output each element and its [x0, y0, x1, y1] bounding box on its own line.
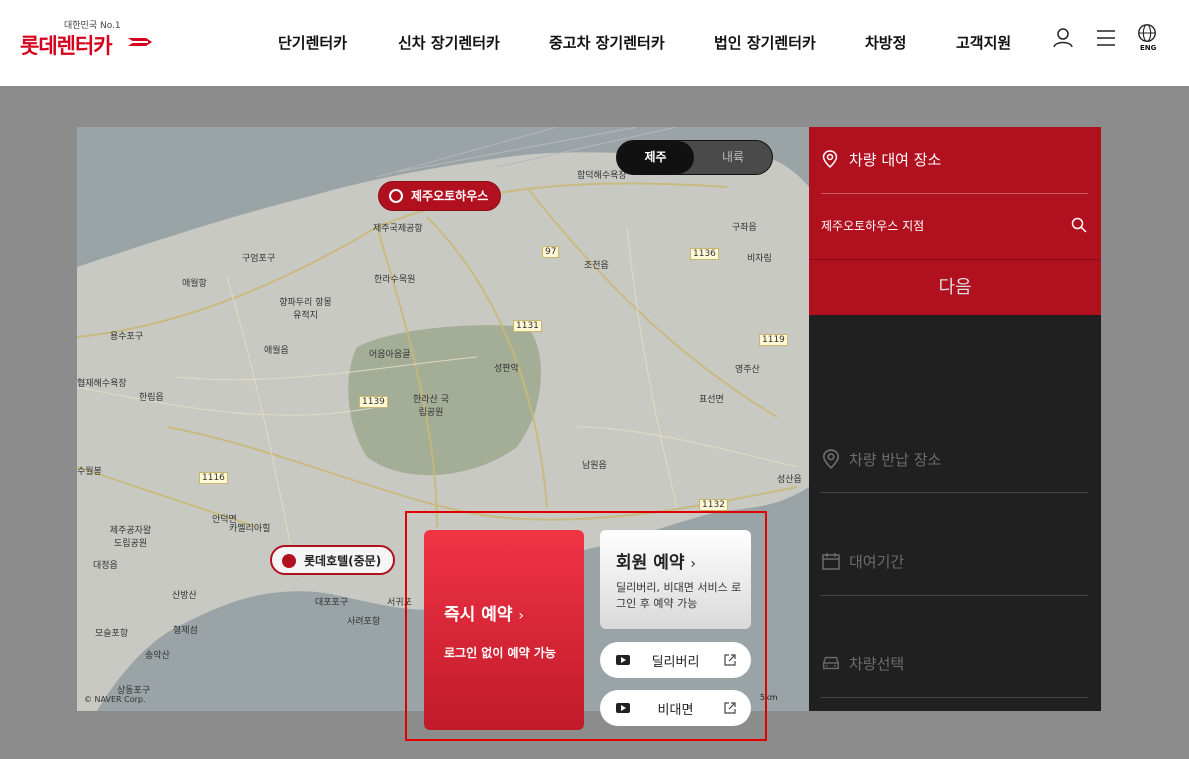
- contactless-video-button[interactable]: 비대면: [600, 690, 751, 726]
- logo-name: 롯데렌터카: [20, 34, 113, 58]
- map-label: 한라수목원: [374, 275, 416, 285]
- map-label: 형제섬: [173, 626, 198, 636]
- map-label: 영주산: [735, 365, 760, 375]
- map-label: 송악산: [145, 651, 170, 661]
- chevron-right-icon: ›: [518, 608, 525, 624]
- rental-period-row[interactable]: 대여기간: [821, 551, 904, 572]
- nav-used-long-term[interactable]: 중고차 장기렌터카: [549, 32, 665, 53]
- map-label: 조천읍: [584, 261, 609, 271]
- rental-period-label: 대여기간: [849, 553, 905, 571]
- external-link-icon: [724, 654, 736, 666]
- map-label: 구엄포구: [242, 254, 276, 264]
- calendar-icon: [822, 553, 840, 570]
- nav-corporate-long-term[interactable]: 법인 장기렌터카: [714, 32, 816, 53]
- divider: [821, 492, 1088, 493]
- logo-arrow-icon: [128, 38, 152, 46]
- pickup-title-text: 차량 대여 장소: [849, 151, 942, 169]
- toggle-mainland[interactable]: 내륙: [694, 141, 772, 174]
- map-label: 함덕해수욕장: [577, 171, 627, 181]
- map-label: 비자림: [747, 254, 772, 264]
- road-number: 1131: [513, 320, 542, 332]
- map-pin-jeju-autohouse[interactable]: 제주오토하우스: [378, 181, 502, 211]
- road-number: 1116: [199, 472, 228, 484]
- map-label: 사려포항: [347, 617, 381, 627]
- map-label: 향파두리 항몽유적지: [279, 298, 332, 321]
- car-location-icon: [282, 554, 296, 568]
- map-label: 수월봉: [77, 467, 102, 477]
- divider: [821, 595, 1088, 596]
- road-number: 1136: [690, 248, 719, 260]
- member-reservation-card[interactable]: 회원 예약 › 딜리버리, 비대면 서비스 로그인 후 예약 가능: [600, 530, 751, 629]
- pickup-location-field[interactable]: 제주오토하우스 지점: [821, 217, 924, 234]
- map-copyright: © NAVER Corp.: [84, 695, 146, 704]
- map-label: 대정읍: [93, 561, 118, 571]
- map-label: 제주국제공항: [373, 224, 423, 234]
- road-number: 1119: [759, 334, 788, 346]
- road-number: 97: [542, 246, 560, 258]
- member-reservation-subtitle: 딜리버리, 비대면 서비스 로그인 후 예약 가능: [616, 581, 742, 610]
- location-pin-icon: [822, 449, 840, 469]
- map-label: 어음아음골: [369, 350, 411, 360]
- language-label[interactable]: ENG: [1140, 44, 1156, 52]
- divider: [821, 193, 1088, 194]
- return-location-row[interactable]: 차량 반납 장소: [821, 449, 941, 470]
- map-label: 한라산 국립공원: [413, 395, 449, 418]
- map-label: 제주공자왈 도립공원: [109, 526, 152, 549]
- map-label: 남원읍: [582, 461, 607, 471]
- map-label: 한림읍: [139, 393, 164, 403]
- reservation-panel: 차량 대여 장소 제주오토하우스 지점 다음 차량 반납 장소 대여기간 차량선…: [809, 127, 1101, 711]
- instant-reservation-title: 즉시 예약 ›: [444, 605, 525, 625]
- map-label: 용수포구: [110, 332, 144, 342]
- pin-label: 롯데호텔(중문): [304, 554, 382, 568]
- delivery-video-button[interactable]: 딜리버리: [600, 642, 751, 678]
- return-location-label: 차량 반납 장소: [849, 451, 942, 469]
- member-reservation-title: 회원 예약 ›: [616, 553, 697, 573]
- car-select-label: 차량선택: [849, 655, 905, 673]
- search-icon[interactable]: [1071, 217, 1087, 233]
- map-label: 애월항: [182, 279, 207, 289]
- chevron-right-icon: ›: [690, 556, 697, 572]
- globe-icon[interactable]: [1136, 22, 1158, 44]
- map-label: 성판악: [494, 364, 519, 374]
- toggle-jeju[interactable]: 제주: [617, 141, 694, 174]
- nav-new-long-term[interactable]: 신차 장기렌터카: [398, 32, 500, 53]
- site-header: 대한민국 No.1 롯데렌터카 단기렌터카 신차 장기렌터카 중고차 장기렌터카…: [0, 0, 1189, 86]
- nav-customer-support[interactable]: 고객지원: [956, 32, 1011, 53]
- map-label: 카멜리아힐: [229, 524, 271, 534]
- divider: [821, 697, 1088, 698]
- menu-icon[interactable]: [1094, 26, 1118, 50]
- nav-short-term[interactable]: 단기렌터카: [278, 32, 347, 53]
- road-number: 1132: [699, 499, 728, 511]
- map-label: 모슬포항: [95, 629, 129, 639]
- car-icon: [823, 656, 839, 670]
- external-link-icon: [724, 702, 736, 714]
- nav-chabangjeong[interactable]: 차방정: [865, 32, 906, 53]
- car-location-icon: [389, 189, 403, 203]
- pickup-title: 차량 대여 장소: [821, 149, 941, 170]
- next-button[interactable]: 다음: [809, 259, 1101, 315]
- map-label: 협재해수욕장: [77, 379, 127, 389]
- road-number: 1139: [359, 396, 388, 408]
- user-icon[interactable]: [1051, 26, 1075, 50]
- pickup-section: 차량 대여 장소 제주오토하우스 지점: [809, 127, 1101, 259]
- location-pin-icon: [822, 150, 838, 168]
- map-pin-lotte-hotel[interactable]: 롯데호텔(중문): [270, 545, 396, 575]
- map-label: 표선면: [699, 395, 724, 405]
- map-label: 대포포구: [315, 598, 349, 608]
- instant-reservation-subtitle: 로그인 없이 예약 가능: [444, 646, 556, 660]
- instant-reservation-card[interactable]: 즉시 예약 › 로그인 없이 예약 가능: [424, 530, 584, 730]
- map-label: 산방산: [172, 591, 197, 601]
- map-label: 구좌읍: [732, 223, 757, 233]
- map-label: 성산읍: [777, 475, 802, 485]
- region-toggle[interactable]: 제주 내륙: [616, 140, 773, 175]
- pin-label: 제주오토하우스: [411, 189, 489, 203]
- car-select-row[interactable]: 차량선택: [821, 653, 904, 674]
- map-label: 애월읍: [264, 346, 289, 356]
